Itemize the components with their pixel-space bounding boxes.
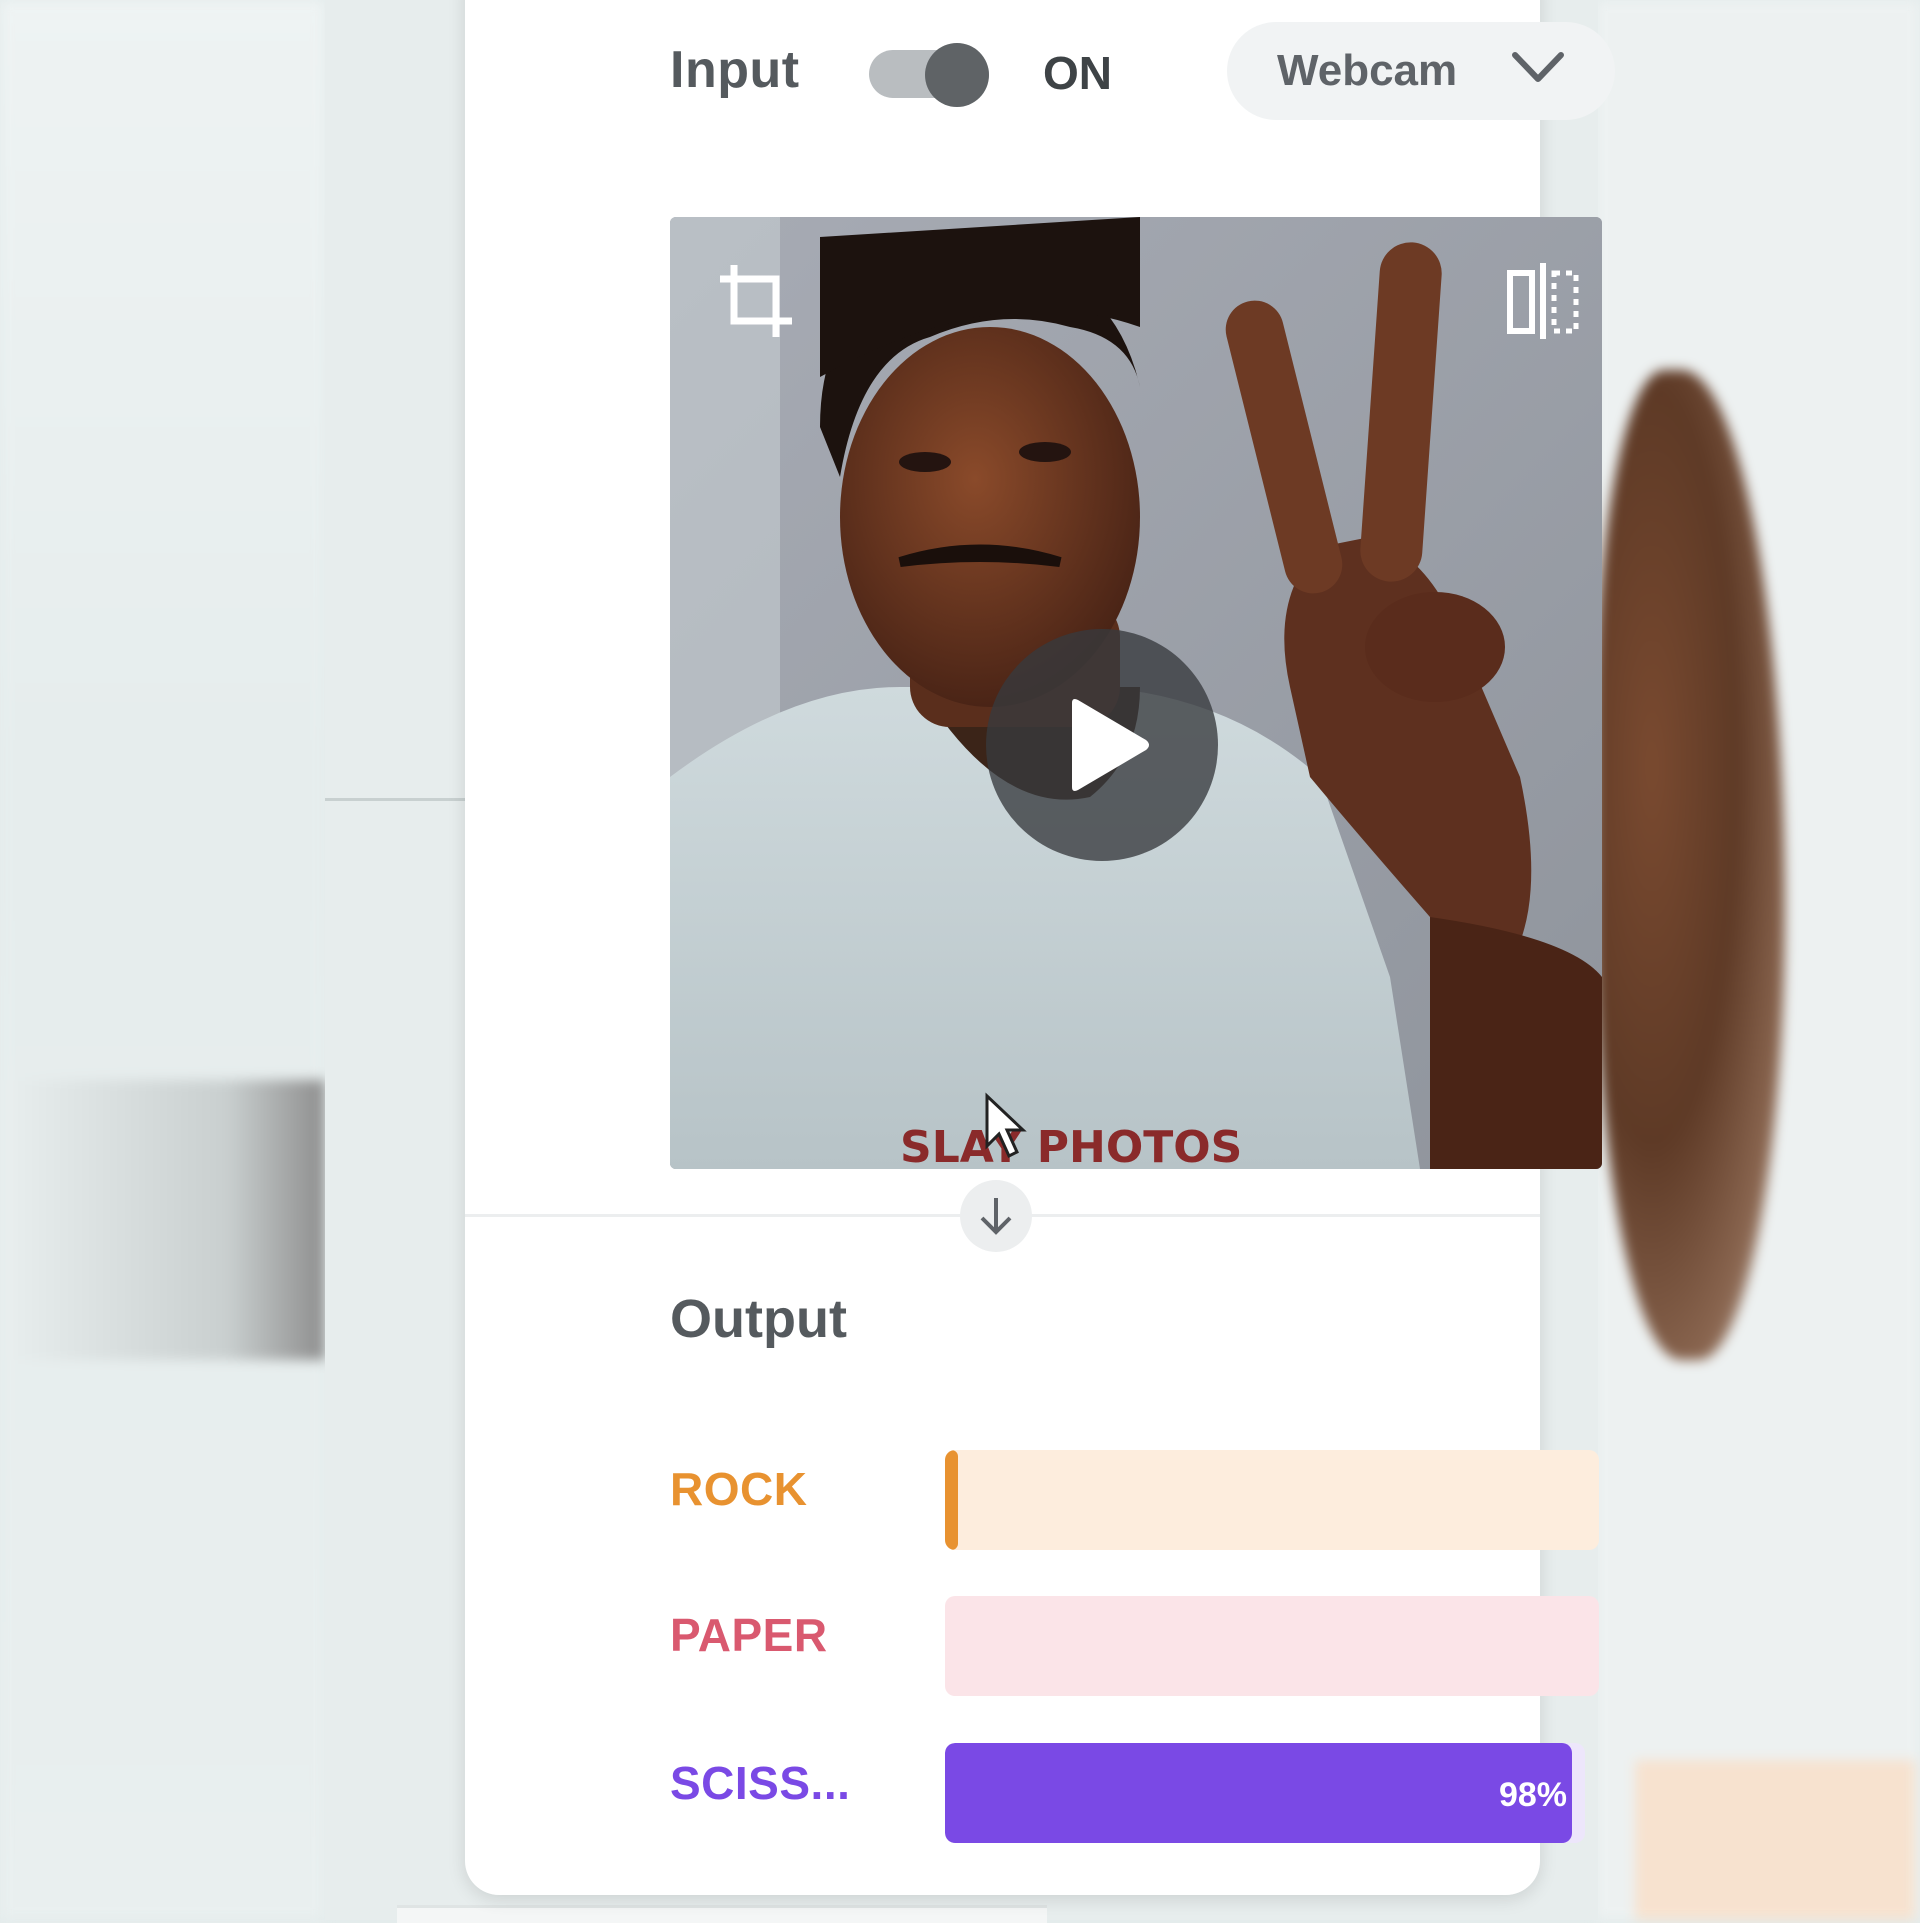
class-label-scissors: SCISS... [670,1757,851,1809]
toggle-knob [925,43,989,107]
confidence-bar-paper [945,1596,1599,1696]
confidence-percent-scissors: 98% [1498,1776,1567,1814]
flow-arrow [960,1180,1032,1252]
class-label-paper: PAPER [670,1609,828,1661]
background-left [0,0,325,1920]
cursor-icon [985,1092,1027,1159]
output-title: Output [670,1289,847,1349]
webcam-preview[interactable]: SLAY PHOTOS [670,217,1602,1169]
input-source-value: Webcam [1277,46,1458,95]
confidence-bar-rock [945,1450,1599,1550]
background-peach-block [1635,1760,1915,1920]
background-shadow [0,1080,325,1360]
input-toggle[interactable] [869,43,989,107]
app-screen: Input ON Webcam SLAY PHOTOS Output ROCK … [325,0,1615,1923]
arrow-down-icon [980,1198,1012,1235]
confidence-fill-scissors [945,1743,1573,1843]
play-button[interactable] [986,629,1218,861]
crop-button[interactable] [716,261,796,341]
play-icon [1072,699,1149,791]
confidence-fill-rock [945,1450,959,1550]
toggle-state-text: ON [1043,47,1112,99]
bottom-edge [397,1905,1047,1923]
shirt-print-text: SLAY PHOTOS [900,1122,1242,1169]
input-label: Input [670,41,800,99]
class-label-rock: ROCK [670,1463,808,1515]
confidence-bar-scissors: 98% [945,1743,1585,1843]
page-divider [325,798,465,801]
model-preview-card: Input ON Webcam SLAY PHOTOS Output ROCK … [465,0,1615,1895]
background-right [1595,0,1920,1920]
flip-icon [1507,263,1579,339]
chevron-down-icon [1512,52,1564,82]
background-figure-blur [1595,370,1785,1360]
flip-button[interactable] [1506,261,1580,341]
crop-icon [720,265,792,337]
input-source-dropdown[interactable]: Webcam [1227,22,1615,120]
